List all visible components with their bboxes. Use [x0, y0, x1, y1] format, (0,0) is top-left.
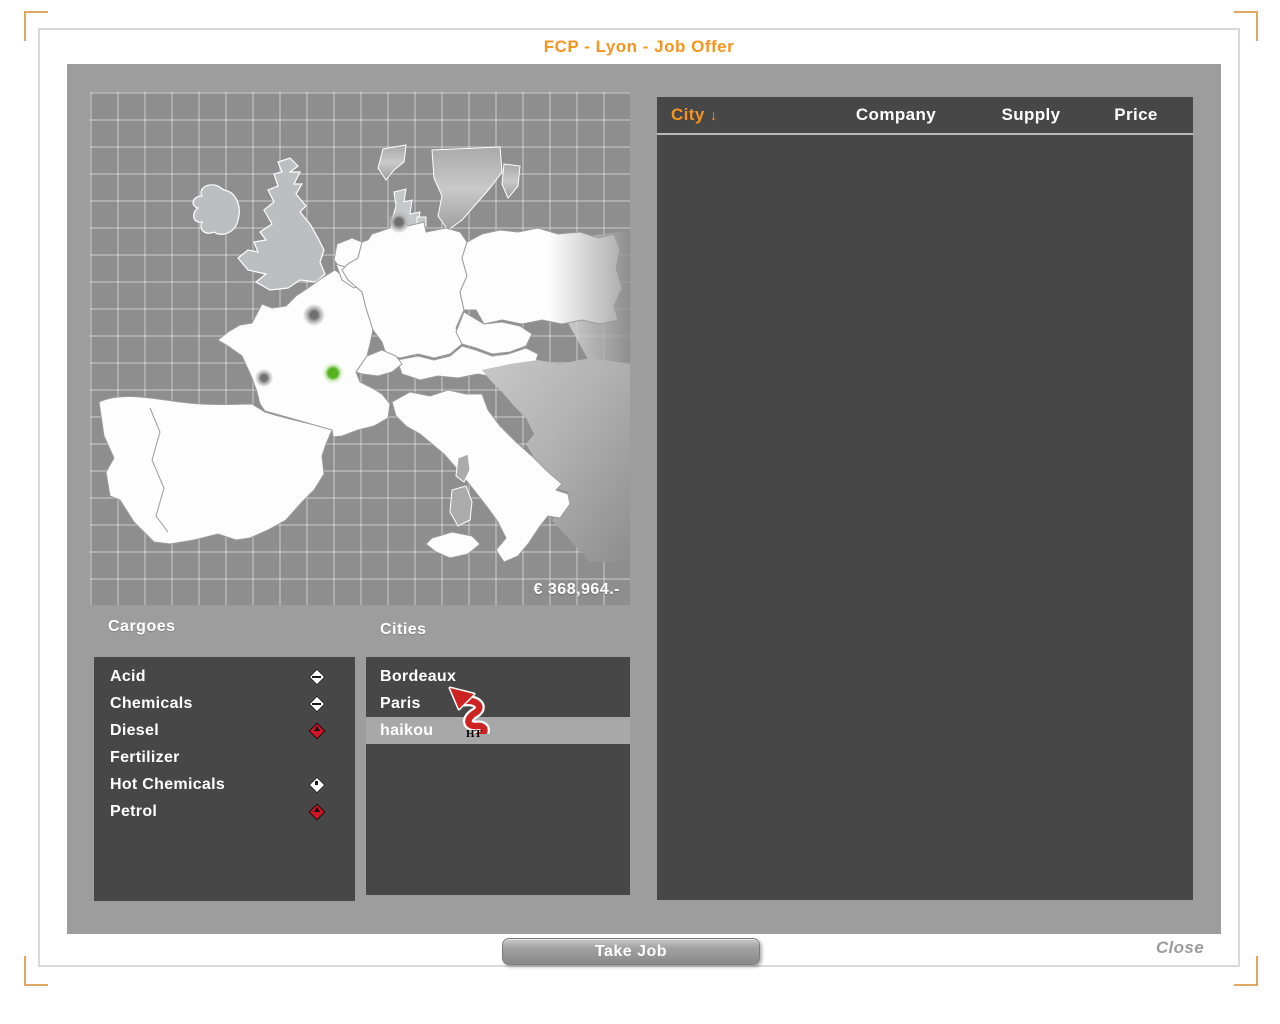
city-item-bordeaux[interactable]: Bordeaux — [366, 663, 630, 690]
job-offer-dialog: FCP - Lyon - Job Offer € 368,964.- Cargo… — [38, 28, 1240, 967]
cargo-label: Hot Chemicals — [110, 775, 226, 793]
cargo-item-acid[interactable]: Acid — [94, 663, 355, 690]
hazard-diamond-icon — [308, 803, 325, 820]
cities-heading: Cities — [380, 621, 427, 638]
hazard-diamond-icon — [308, 722, 325, 739]
player-money: € 368,964.- — [533, 581, 620, 598]
cargoes-list: Acid Chemicals Diesel Fertilizer Hot Che… — [94, 657, 355, 901]
take-job-button[interactable]: Take Job — [502, 938, 760, 965]
cargo-item-chemicals[interactable]: Chemicals — [94, 690, 355, 717]
screen: FCP - Lyon - Job Offer € 368,964.- Cargo… — [0, 0, 1280, 1024]
cargo-label: Petrol — [110, 802, 158, 820]
city-label: Paris — [380, 695, 421, 712]
cargo-label: Fertilizer — [110, 748, 180, 766]
city-dot-bordeaux[interactable] — [255, 369, 273, 387]
table-body-empty — [657, 135, 1193, 900]
column-header-supply[interactable]: Supply — [971, 105, 1091, 125]
cargo-item-petrol[interactable]: Petrol — [94, 798, 355, 825]
table-header-row: City ↓ Company Supply Price — [657, 97, 1193, 135]
city-label: Bordeaux — [380, 668, 457, 685]
column-header-company[interactable]: Company — [821, 105, 971, 125]
hazard-diamond-icon — [308, 695, 325, 712]
city-dot-north[interactable] — [388, 211, 410, 233]
column-header-price[interactable]: Price — [1091, 105, 1181, 125]
city-dot-paris[interactable] — [303, 304, 325, 326]
cities-list: Bordeaux Paris haikou — [366, 657, 630, 895]
column-header-city[interactable]: City ↓ — [657, 105, 821, 125]
close-button[interactable]: Close — [1135, 938, 1225, 958]
cargoes-heading: Cargoes — [108, 618, 176, 635]
city-dot-lyon-selected[interactable] — [322, 362, 344, 384]
hazard-diamond-icon — [308, 668, 325, 685]
cargo-label: Chemicals — [110, 694, 193, 712]
cargo-item-fertilizer[interactable]: Fertilizer — [94, 744, 355, 771]
hazard-diamond-icon — [308, 776, 325, 793]
cargo-label: Acid — [110, 667, 146, 685]
cargo-item-diesel[interactable]: Diesel — [94, 717, 355, 744]
europe-map[interactable]: € 368,964.- — [90, 92, 630, 605]
europe-landmass — [98, 144, 630, 563]
cargo-item-hot-chemicals[interactable]: Hot Chemicals — [94, 771, 355, 798]
city-label: haikou — [380, 722, 434, 739]
sort-desc-icon: ↓ — [709, 107, 718, 124]
city-item-haikou[interactable]: haikou — [366, 717, 630, 744]
city-item-paris[interactable]: Paris — [366, 690, 630, 717]
dialog-title: FCP - Lyon - Job Offer — [543, 37, 735, 56]
cargo-label: Diesel — [110, 721, 159, 739]
job-offers-table: City ↓ Company Supply Price — [657, 97, 1193, 900]
